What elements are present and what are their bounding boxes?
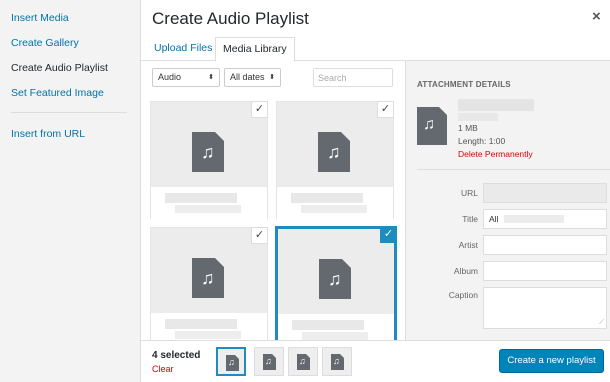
- sidebar-divider: [11, 112, 127, 113]
- caption-label: Caption: [448, 290, 478, 300]
- url-label: URL: [460, 188, 478, 198]
- sidebar-item-create-audio-playlist[interactable]: Create Audio Playlist: [11, 62, 108, 74]
- attachment-thumbnail: ♫: [277, 102, 393, 187]
- date-filter-value: All dates: [230, 72, 265, 82]
- sidebar-item-insert-media[interactable]: Insert Media: [11, 12, 69, 24]
- attachment-filename-blurred: [151, 313, 267, 340]
- modal-title: Create Audio Playlist: [152, 9, 309, 28]
- title-field[interactable]: All: [483, 209, 607, 229]
- media-type-filter[interactable]: Audio ⬍: [152, 68, 220, 87]
- music-note-icon: ♫: [327, 142, 341, 162]
- selection-thumbnail-active[interactable]: ♫: [216, 347, 246, 376]
- attachment-details-heading: ATTACHMENT DETAILS: [417, 80, 511, 89]
- close-icon[interactable]: ×: [592, 8, 601, 25]
- selection-thumbnail[interactable]: ♫: [322, 347, 352, 376]
- attachment-thumbnail: ♫: [278, 229, 394, 314]
- sidebar-item-set-featured-image[interactable]: Set Featured Image: [11, 87, 104, 99]
- attachment-thumbnail: ♫: [151, 228, 267, 313]
- resize-handle-icon[interactable]: ⟋: [599, 319, 604, 327]
- attachment-filename-blurred: [151, 187, 267, 219]
- attachment-thumbnail: ♫: [151, 102, 267, 187]
- check-icon[interactable]: ✓: [251, 227, 268, 244]
- album-field[interactable]: [483, 261, 607, 281]
- sidebar-item-insert-from-url[interactable]: Insert from URL: [11, 128, 85, 140]
- delete-permanently-link[interactable]: Delete Permanently: [458, 149, 533, 159]
- artist-label: Artist: [458, 240, 478, 250]
- music-note-icon: ♫: [423, 116, 435, 133]
- media-type-filter-value: Audio: [158, 72, 182, 82]
- url-field[interactable]: [483, 183, 607, 203]
- date-filter[interactable]: All dates ⬍: [224, 68, 281, 87]
- artist-field[interactable]: [483, 235, 607, 255]
- audio-file-icon: ♫: [192, 132, 224, 172]
- attachment-tile[interactable]: ♫ ✓: [150, 101, 268, 219]
- title-field-value: All: [489, 214, 499, 224]
- music-note-icon: ♫: [201, 268, 215, 288]
- audio-file-icon: ♫: [318, 132, 350, 172]
- music-note-icon: ♫: [265, 356, 272, 366]
- media-sidebar: Insert Media Create Gallery Create Audio…: [0, 0, 141, 382]
- create-playlist-button[interactable]: Create a new playlist: [499, 349, 604, 373]
- attachment-filename-blurred: [277, 187, 393, 219]
- clear-selection-link[interactable]: Clear: [152, 364, 174, 374]
- title-label: Title: [462, 214, 478, 224]
- check-icon[interactable]: ✓: [377, 101, 394, 118]
- upload-date-blurred: [458, 113, 498, 121]
- audio-file-icon: ♫: [417, 107, 447, 145]
- select-arrows-icon: ⬍: [208, 74, 214, 81]
- title-blurred: [504, 215, 564, 223]
- caption-field[interactable]: ⟋: [483, 287, 607, 329]
- audio-file-icon: ♫: [192, 258, 224, 298]
- search-input[interactable]: [313, 68, 393, 87]
- select-arrows-icon: ⬍: [269, 74, 275, 81]
- selection-thumbnail[interactable]: ♫: [254, 347, 284, 376]
- media-router-tabs: Upload Files Media Library: [141, 37, 610, 62]
- check-icon[interactable]: ✓: [251, 101, 268, 118]
- attachment-tile[interactable]: ♫ ✓: [150, 227, 268, 340]
- attachment-details-panel: ATTACHMENT DETAILS ♫ 1 MB Length: 1:00 D…: [405, 61, 610, 340]
- music-note-icon: ♫: [299, 356, 306, 366]
- audio-file-icon: ♫: [319, 259, 351, 299]
- music-note-icon: ♫: [328, 269, 342, 289]
- attachments-grid: ♫ ✓ ♫ ✓ ♫ ✓ ♫ ✓: [141, 97, 405, 340]
- album-label: Album: [453, 266, 478, 276]
- music-note-icon: ♫: [228, 357, 235, 367]
- filename-blurred: [458, 99, 534, 111]
- attachment-tile[interactable]: ♫ ✓: [276, 101, 394, 219]
- selection-thumbnail[interactable]: ♫: [288, 347, 318, 376]
- attachment-filename-blurred: [278, 314, 394, 340]
- attachment-tile-active[interactable]: ♫ ✓: [275, 226, 397, 340]
- tab-upload-files[interactable]: Upload Files: [147, 37, 219, 61]
- sidebar-item-create-gallery[interactable]: Create Gallery: [11, 37, 79, 49]
- tab-media-library[interactable]: Media Library: [215, 37, 295, 62]
- check-icon[interactable]: ✓: [380, 226, 397, 243]
- details-divider: [417, 169, 610, 170]
- music-note-icon: ♫: [201, 142, 215, 162]
- file-length: Length: 1:00: [458, 136, 506, 146]
- music-note-icon: ♫: [333, 356, 340, 366]
- file-size: 1 MB: [458, 123, 478, 133]
- selection-count: 4 selected: [152, 350, 201, 361]
